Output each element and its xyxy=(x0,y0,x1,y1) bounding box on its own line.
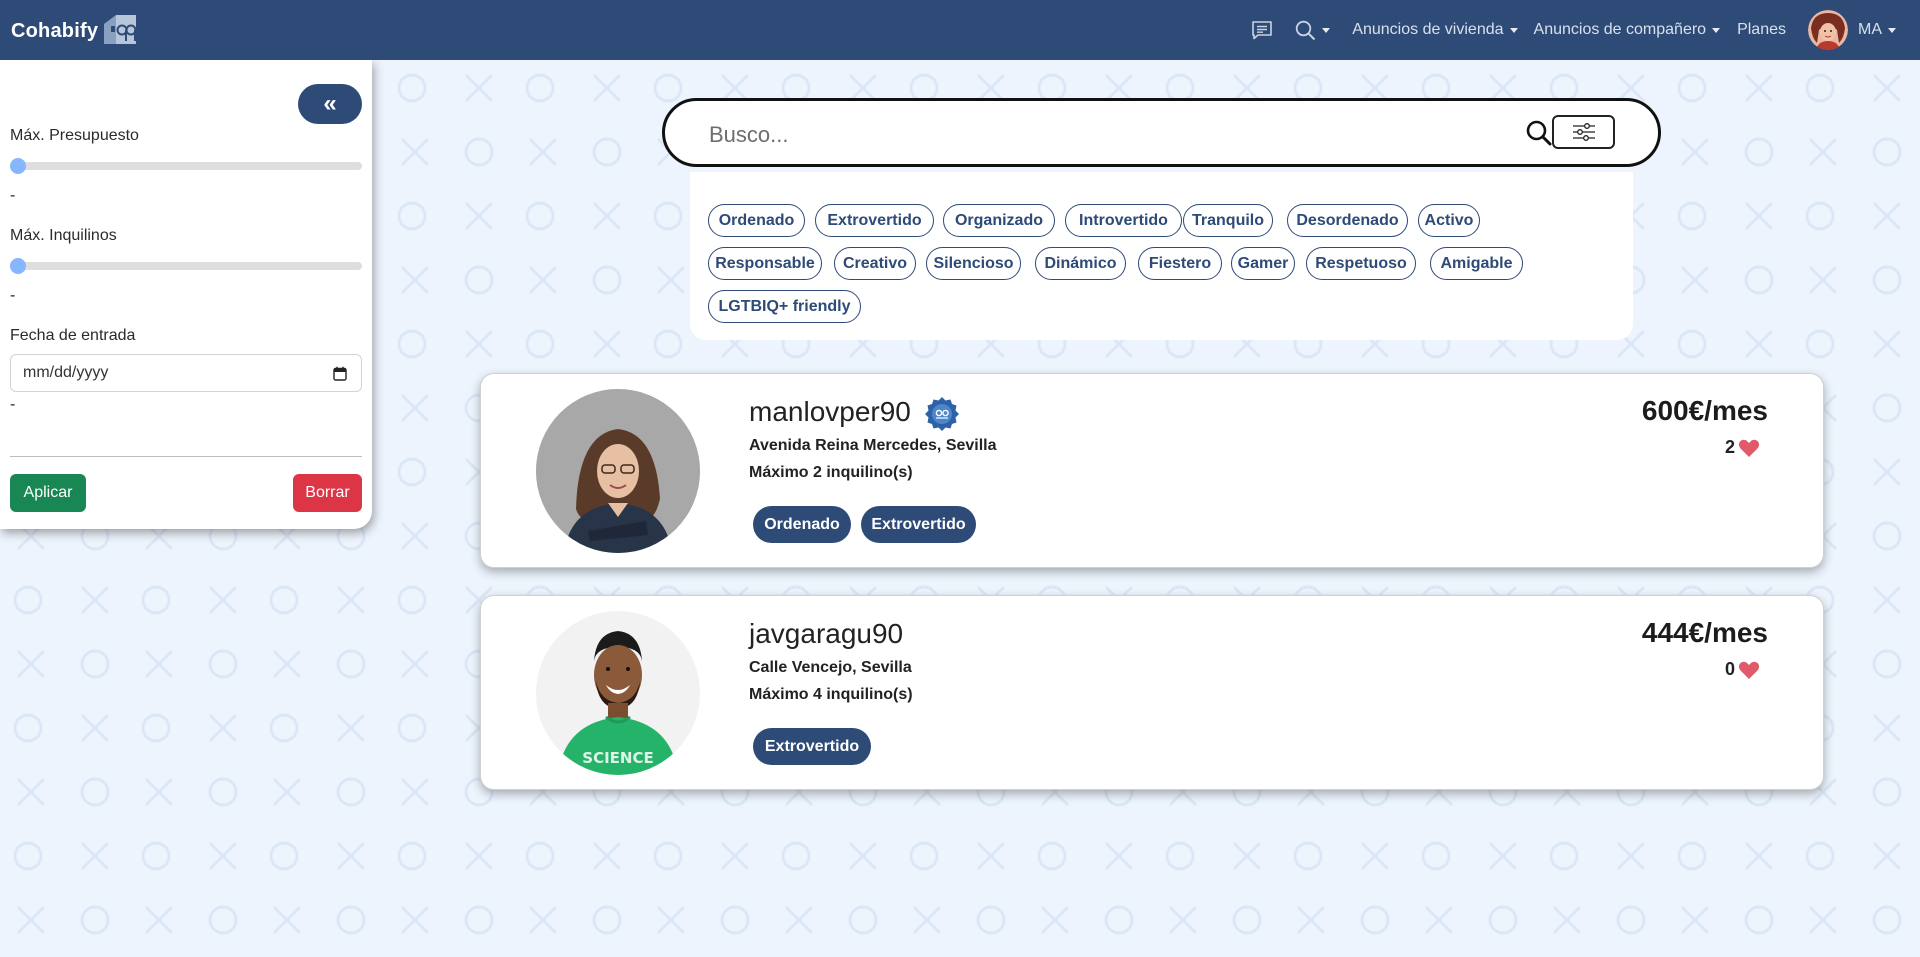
top-navbar: Cohabify Anuncios de vivienda Anuncios d… xyxy=(0,0,1920,60)
tag-extrovertido[interactable]: Extrovertido xyxy=(815,204,934,237)
tag-lgtbiq-friendly[interactable]: LGTBIQ+ friendly xyxy=(708,290,861,323)
apply-filters-button[interactable]: Aplicar xyxy=(10,474,86,512)
messages-icon[interactable] xyxy=(1251,20,1273,40)
listing-tag: Extrovertido xyxy=(753,728,871,765)
likes-count: 2 xyxy=(1724,437,1735,457)
heart-icon[interactable] xyxy=(1738,438,1760,458)
calendar-icon[interactable] xyxy=(333,366,347,386)
tag-fiestero[interactable]: Fiestero xyxy=(1138,247,1222,280)
max-budget-value: - xyxy=(10,187,16,204)
tag-responsable[interactable]: Responsable xyxy=(708,247,822,280)
move-in-date-value: - xyxy=(10,396,16,413)
tag-ordenado[interactable]: Ordenado xyxy=(708,204,805,237)
max-budget-slider-thumb[interactable] xyxy=(10,158,26,174)
filter-sidebar: « Máx. Presupuesto - Máx. Inquilinos - F… xyxy=(0,60,372,529)
listing-likes[interactable]: 0 xyxy=(1725,659,1760,680)
tag-silencioso[interactable]: Silencioso xyxy=(926,247,1021,280)
listing-likes[interactable]: 2 xyxy=(1725,437,1760,458)
search-icon[interactable] xyxy=(1526,120,1552,151)
tag-tranquilo[interactable]: Tranquilo xyxy=(1183,204,1273,237)
listing-card[interactable]: manlovper90 Avenida Reina Mercedes, Sevi… xyxy=(480,373,1824,568)
collapse-sidebar-button[interactable]: « xyxy=(298,84,362,124)
brand-logo-icon xyxy=(102,12,138,46)
max-budget-slider[interactable] xyxy=(10,158,362,174)
avatar: SCIENCE xyxy=(536,611,700,775)
search-bar: Busco... xyxy=(662,98,1661,167)
divider xyxy=(10,456,362,457)
tag-organizado[interactable]: Organizado xyxy=(943,204,1055,237)
listing-price: 444€/mes xyxy=(1641,617,1768,648)
chevron-down-icon xyxy=(1712,27,1721,33)
max-tenants-slider-thumb[interactable] xyxy=(10,258,26,274)
listing-username[interactable]: manlovper90 xyxy=(749,396,911,428)
listing-username[interactable]: javgaragu90 xyxy=(749,618,903,650)
user-menu-dropdown[interactable]: MA xyxy=(1808,10,1896,50)
heart-icon[interactable] xyxy=(1738,660,1760,680)
sliders-icon xyxy=(1572,123,1595,141)
svg-text:SCIENCE: SCIENCE xyxy=(582,749,653,767)
max-tenants-label: Máx. Inquilinos xyxy=(10,227,117,244)
nav-housing-label: Anuncios de vivienda xyxy=(1352,21,1504,38)
chevron-down-icon xyxy=(1509,27,1518,33)
tag-desordenado[interactable]: Desordenado xyxy=(1287,204,1408,237)
brand-name: Cohabify xyxy=(11,19,99,42)
listing-price: 600€/mes xyxy=(1641,395,1768,426)
search-icon xyxy=(1296,20,1316,40)
user-initials: MA xyxy=(1858,21,1882,38)
date-placeholder: mm/dd/yyyy xyxy=(23,364,109,381)
listing-tag: Extrovertido xyxy=(861,506,976,543)
nav-roommates-dropdown[interactable]: Anuncios de compañero xyxy=(1534,21,1721,39)
search-menu-button[interactable] xyxy=(1295,20,1331,41)
move-in-date-input[interactable]: mm/dd/yyyy xyxy=(10,354,362,392)
tag-dinamico[interactable]: Dinámico xyxy=(1035,247,1126,280)
nav-menu: Anuncios de vivienda Anuncios de compañe… xyxy=(1251,0,1920,60)
chevron-down-icon xyxy=(1888,27,1896,33)
avatar xyxy=(536,389,700,553)
nav-roommates-label: Anuncios de compañero xyxy=(1533,21,1707,38)
listing-address: Avenida Reina Mercedes, Sevilla xyxy=(749,437,997,454)
listing-address: Calle Vencejo, Sevilla xyxy=(749,659,912,676)
nav-housing-dropdown[interactable]: Anuncios de vivienda xyxy=(1352,21,1518,39)
chevron-down-icon xyxy=(1322,27,1331,33)
tag-introvertido[interactable]: Introvertido xyxy=(1065,204,1182,237)
filters-toggle-button[interactable] xyxy=(1552,115,1615,149)
listing-max-tenants: Máximo 2 inquilino(s) xyxy=(749,464,913,481)
likes-count: 0 xyxy=(1724,659,1735,679)
max-budget-label: Máx. Presupuesto xyxy=(10,127,139,144)
brand[interactable]: Cohabify xyxy=(11,14,138,48)
max-tenants-slider[interactable] xyxy=(10,258,362,274)
search-input[interactable]: Busco... xyxy=(709,122,788,148)
move-in-date-label: Fecha de entrada xyxy=(10,327,136,344)
verified-badge-icon xyxy=(924,396,960,437)
avatar xyxy=(1808,10,1848,50)
listing-max-tenants: Máximo 4 inquilino(s) xyxy=(749,686,913,703)
clear-filters-button[interactable]: Borrar xyxy=(293,474,362,512)
tag-creativo[interactable]: Creativo xyxy=(834,247,916,280)
tag-gamer[interactable]: Gamer xyxy=(1231,247,1295,280)
tag-respetuoso[interactable]: Respetuoso xyxy=(1306,247,1416,280)
listing-tag: Ordenado xyxy=(753,506,851,543)
max-tenants-value: - xyxy=(10,287,16,304)
tags-panel: Ordenado Extrovertido Organizado Introve… xyxy=(690,172,1633,340)
tag-amigable[interactable]: Amigable xyxy=(1430,247,1523,280)
listing-card[interactable]: SCIENCE javgaragu90 Calle Vencejo, Sevil… xyxy=(480,595,1824,790)
tag-activo[interactable]: Activo xyxy=(1418,204,1480,237)
nav-plans-link[interactable]: Planes xyxy=(1737,21,1786,39)
